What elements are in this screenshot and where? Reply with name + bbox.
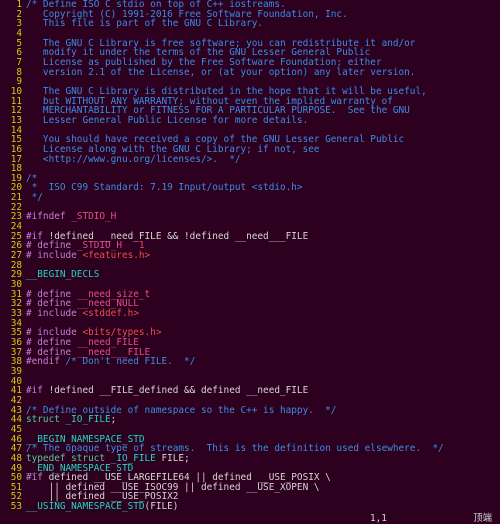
code-line[interactable] bbox=[26, 164, 500, 174]
line-number: 7 bbox=[0, 58, 26, 68]
line-number: 3 bbox=[0, 19, 26, 29]
code-line[interactable]: __USING_NAMESPACE_STD(FILE) bbox=[26, 502, 500, 512]
line-number: 4 bbox=[0, 29, 26, 39]
status-label: 顶端 bbox=[473, 514, 492, 524]
code-line[interactable]: # include <features.h> bbox=[26, 251, 500, 261]
cursor-position: 1,1 bbox=[370, 514, 387, 524]
code-editor[interactable]: 1234567891011121314151617181920212223242… bbox=[0, 0, 500, 524]
line-number: 1 bbox=[0, 0, 26, 10]
code-line[interactable]: This file is part of the GNU C Library. bbox=[26, 19, 500, 29]
line-number: 53 bbox=[0, 502, 26, 512]
line-number: 2 bbox=[0, 10, 26, 20]
code-line[interactable] bbox=[26, 367, 500, 377]
code-line[interactable]: * ISO C99 Standard: 7.19 Input/output <s… bbox=[26, 183, 500, 193]
code-line[interactable]: #ifndef _STDIO_H bbox=[26, 212, 500, 222]
line-number: 8 bbox=[0, 68, 26, 78]
code-line[interactable]: <http://www.gnu.org/licenses/>. */ bbox=[26, 155, 500, 165]
line-number: 6 bbox=[0, 48, 26, 58]
code-area[interactable]: /* Define ISO C stdio on top of C++ iost… bbox=[26, 0, 500, 512]
line-number-gutter: 1234567891011121314151617181920212223242… bbox=[0, 0, 26, 512]
code-line[interactable]: #if !defined __FILE_defined && defined _… bbox=[26, 386, 500, 396]
line-number: 5 bbox=[0, 39, 26, 49]
code-line[interactable]: struct _IO_FILE; bbox=[26, 415, 500, 425]
code-line[interactable]: Lesser General Public License for more d… bbox=[26, 116, 500, 126]
code-line[interactable]: version 2.1 of the License, or (at your … bbox=[26, 68, 500, 78]
code-line[interactable]: # include <stddef.h> bbox=[26, 309, 500, 319]
code-line[interactable]: */ bbox=[26, 193, 500, 203]
code-line[interactable]: #endif /* Don't need FILE. */ bbox=[26, 357, 500, 367]
code-line[interactable]: __BEGIN_DECLS bbox=[26, 270, 500, 280]
status-bar: 1,1 顶端 bbox=[0, 514, 500, 524]
